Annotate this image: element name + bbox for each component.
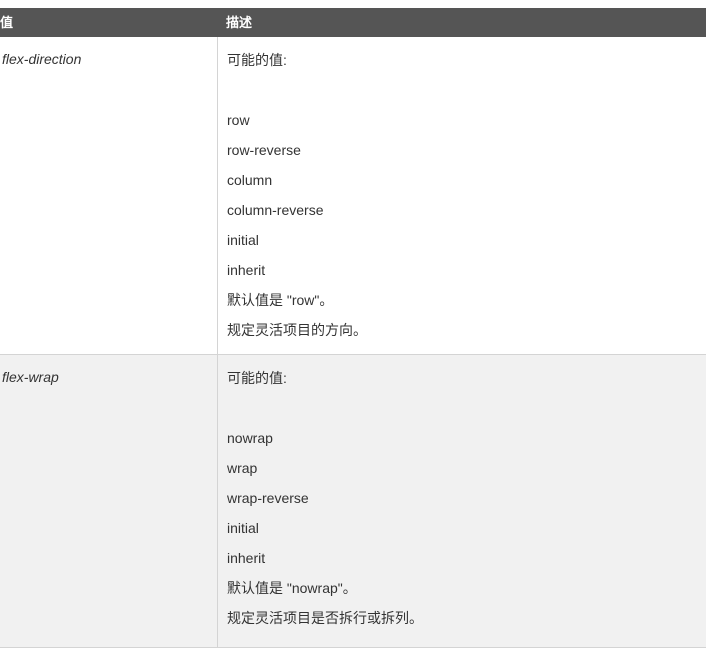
- value-item: row-reverse: [227, 142, 301, 158]
- default-value: 默认值是 "nowrap"。: [227, 580, 357, 596]
- value-item: inherit: [227, 550, 266, 566]
- value-item: inherit: [227, 262, 266, 278]
- table-row: flex-direction 可能的值: row row-reverse col…: [0, 37, 706, 355]
- property-name: flex-direction: [0, 37, 218, 354]
- value-item: nowrap: [227, 430, 273, 446]
- value-item: wrap: [227, 460, 258, 476]
- table-header: 值 描述: [0, 8, 706, 37]
- value-item: row: [227, 112, 250, 128]
- value-item: initial: [227, 232, 259, 248]
- property-summary: 规定灵活项目是否拆行或拆列。: [227, 610, 423, 626]
- value-item: wrap-reverse: [227, 490, 309, 506]
- table-row: flex-wrap 可能的值: nowrap wrap wrap-reverse…: [0, 355, 706, 648]
- value-item: column: [227, 172, 273, 188]
- property-summary: 规定灵活项目的方向。: [227, 322, 367, 338]
- possible-values-label: 可能的值:: [227, 370, 287, 386]
- header-value-column: 值: [0, 15, 14, 30]
- default-value: 默认值是 "row"。: [227, 292, 334, 308]
- property-name: flex-wrap: [0, 355, 218, 647]
- value-item: column-reverse: [227, 202, 324, 218]
- property-description: 可能的值: nowrap wrap wrap-reverse initial i…: [218, 355, 706, 647]
- possible-values-label: 可能的值:: [227, 52, 287, 68]
- value-item: initial: [227, 520, 259, 536]
- property-description: 可能的值: row row-reverse column column-reve…: [218, 37, 706, 354]
- header-description-column: 描述: [226, 15, 253, 30]
- property-table: 值 描述 flex-direction 可能的值: row row-revers…: [0, 8, 706, 648]
